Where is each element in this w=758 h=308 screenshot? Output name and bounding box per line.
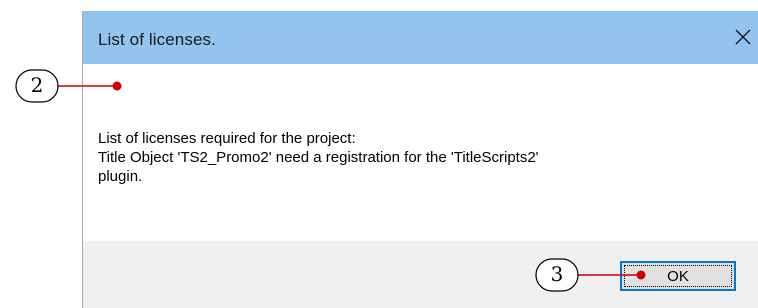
callout-number-3: 3 (550, 262, 564, 286)
callout-annotations (15, 69, 646, 292)
screenshot-stage: List of licenses. List of licenses requi… (0, 0, 758, 308)
callout-number-2: 2 (30, 73, 44, 97)
callout-marker-3 (636, 270, 646, 280)
callout-marker-2 (112, 81, 122, 91)
